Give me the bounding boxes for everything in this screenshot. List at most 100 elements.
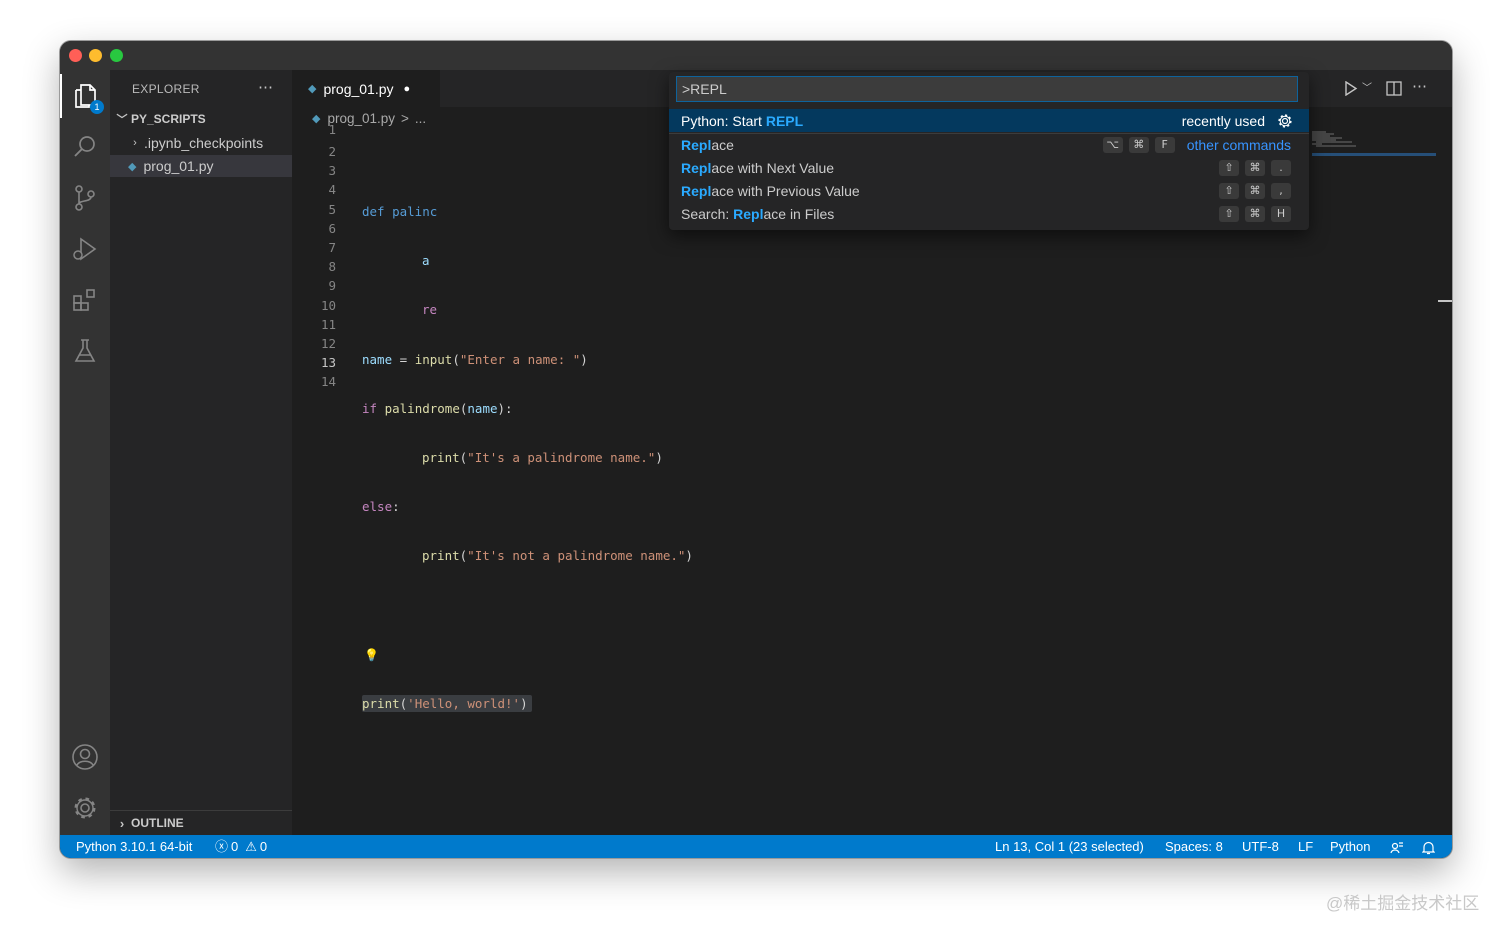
manage-activity-button[interactable] [60, 786, 110, 830]
status-bar: Python 3.10.1 64-bit ⓧ 0 ⚠ 0 Ln 13, Col … [60, 835, 1452, 858]
line-number: 3 [328, 163, 336, 179]
breadcrumb: ◆ prog_01.py > ... [292, 107, 426, 129]
command-item-replace[interactable]: Replace ⌥ ⌘ F other commands [669, 133, 1309, 156]
accounts-activity-button[interactable] [60, 735, 110, 779]
extensions-activity-button[interactable] [60, 278, 110, 322]
warning-count: 0 [259, 839, 268, 854]
recently-used-label: recently used [1181, 112, 1265, 129]
command-item-replace-next-value[interactable]: Replace with Next Value ⇧ ⌘ . [669, 156, 1309, 179]
explorer-more-actions-button[interactable]: ⋯ [258, 78, 273, 96]
command-item-search-replace-in-files[interactable]: Search: Replace in Files ⇧ ⌘ H [669, 202, 1309, 225]
minimize-window-button[interactable] [89, 49, 102, 62]
code-line-4: re [362, 300, 693, 319]
modified-dot[interactable]: ● [404, 83, 411, 95]
close-window-button[interactable] [69, 49, 82, 62]
command-item-replace-previous-value[interactable]: Replace with Previous Value ⇧ ⌘ , [669, 179, 1309, 202]
key-command: ⌘ [1245, 159, 1265, 176]
keybinding: ⇧ ⌘ , [1219, 182, 1291, 199]
testing-activity-button[interactable] [60, 329, 110, 373]
key-command: ⌘ [1128, 137, 1149, 153]
tab-label: prog_01.py [323, 80, 394, 97]
code-token: ) [520, 695, 528, 711]
command-palette-input[interactable] [676, 76, 1298, 102]
run-options-chevron-icon[interactable]: ﹀ [1362, 79, 1372, 94]
code-token: name [467, 400, 498, 416]
code-line-2: def palinc [362, 202, 693, 221]
command-palette: Python: Start REPL recently used Replace… [669, 72, 1309, 230]
keybinding: ⇧ ⌘ H [1219, 205, 1291, 222]
explorer-title: EXPLORER [132, 82, 200, 96]
editor-area: ◆ prog_01.py ● ﹀ ⋯ ◆ prog_01.py > ... 1 … [292, 70, 1452, 835]
keybinding: ⌥ ⌘ F other commands [1102, 137, 1291, 153]
language-mode-status[interactable]: Python [1330, 835, 1370, 858]
eol-status[interactable]: LF [1298, 835, 1313, 858]
command-label-text: ace in Files [763, 205, 835, 222]
feedback-icon[interactable] [1390, 835, 1404, 858]
command-label-match: Repl [733, 205, 764, 222]
problems-status[interactable]: ⓧ 0 ⚠ 0 [215, 835, 267, 858]
account-icon [72, 744, 98, 770]
maximize-window-button[interactable] [110, 49, 123, 62]
line-number: 11 [320, 316, 336, 332]
explorer-activity-button[interactable]: 1 [60, 74, 110, 118]
more-actions-icon[interactable]: ⋯ [1412, 77, 1427, 95]
code-token: : [392, 499, 400, 515]
line-number: 1 [328, 122, 336, 137]
warning-icon: ⚠ [245, 839, 257, 854]
line-number: 10 [320, 297, 336, 313]
python-file-icon: ◆ [128, 160, 137, 173]
code-token: = [392, 351, 415, 367]
settings-gear-icon [74, 797, 96, 819]
folder-py-scripts[interactable]: ﹀ PY_SCRIPTS [110, 108, 292, 130]
code-token: ( [452, 351, 460, 367]
vscode-window: 1 EXPLORER ⋯ ﹀ PY_SCRIPTS › .ipynb_check… [60, 41, 1452, 858]
code-token: input [414, 351, 453, 367]
key-comma: , [1271, 182, 1291, 199]
chevron-right-icon: › [133, 137, 137, 149]
source-control-activity-button[interactable] [60, 176, 110, 220]
code-line-12: print('Hello, world!') [362, 694, 693, 713]
command-item-right: recently used [1182, 113, 1293, 129]
lightbulb-icon[interactable]: 💡 [364, 648, 379, 662]
run-icon[interactable] [1344, 80, 1358, 101]
tab-prog-01[interactable]: ◆ prog_01.py ● [292, 70, 440, 107]
run-debug-activity-button[interactable] [60, 227, 110, 271]
command-item-start-repl[interactable]: Python: Start REPL recently used [669, 109, 1309, 132]
bell-icon[interactable] [1421, 835, 1436, 858]
split-editor-icon[interactable] [1386, 81, 1402, 101]
key-option: ⌥ [1102, 137, 1123, 153]
python-interpreter-status[interactable]: Python 3.10.1 64-bit [76, 835, 192, 858]
code-token: def palinc [362, 204, 438, 219]
minimap[interactable] [1312, 129, 1438, 169]
outline-section[interactable]: › OUTLINE [110, 810, 292, 835]
search-activity-button[interactable] [60, 125, 110, 169]
code-editor[interactable]: def palinc a re name = input("Enter a na… [362, 129, 693, 841]
code-token: ) [580, 351, 588, 367]
breadcrumb-file[interactable]: prog_01.py [327, 111, 395, 126]
code-token: 'Hello, world!' [407, 695, 521, 711]
command-label-match: Repl [681, 137, 712, 153]
indentation-status[interactable]: Spaces: 8 [1165, 835, 1223, 858]
code-token: else [362, 499, 393, 515]
code-line-6: if palindrome(name): [362, 399, 693, 418]
command-label: Replace with Next Value [681, 160, 834, 176]
encoding-status[interactable]: UTF-8 [1242, 835, 1279, 858]
keybinding: ⇧ ⌘ . [1219, 159, 1291, 176]
line-number: 7 [328, 239, 336, 255]
testing-icon [74, 339, 96, 362]
line-number-gutter: 1 2 3 4 5 6 7 8 9 10 11 12 13 14 [292, 122, 336, 391]
other-commands-label: other commands [1186, 137, 1291, 153]
scrollbar-indicator[interactable] [1438, 300, 1452, 302]
tree-item-ipynb-checkpoints[interactable]: › .ipynb_checkpoints [110, 132, 292, 154]
outline-label: OUTLINE [131, 816, 184, 830]
code-token: if [362, 400, 378, 416]
error-count: 0 [231, 839, 239, 854]
chevron-down-icon: ﹀ [116, 114, 128, 126]
tree-item-prog-01[interactable]: ◆ prog_01.py [110, 155, 292, 177]
code-token: print [422, 449, 460, 465]
configure-keybinding-gear-icon[interactable] [1277, 113, 1293, 129]
command-label-text: ace with Next Value [711, 159, 835, 176]
breadcrumb-more[interactable]: ... [415, 111, 426, 126]
cursor-position-status[interactable]: Ln 13, Col 1 (23 selected) [995, 835, 1144, 858]
